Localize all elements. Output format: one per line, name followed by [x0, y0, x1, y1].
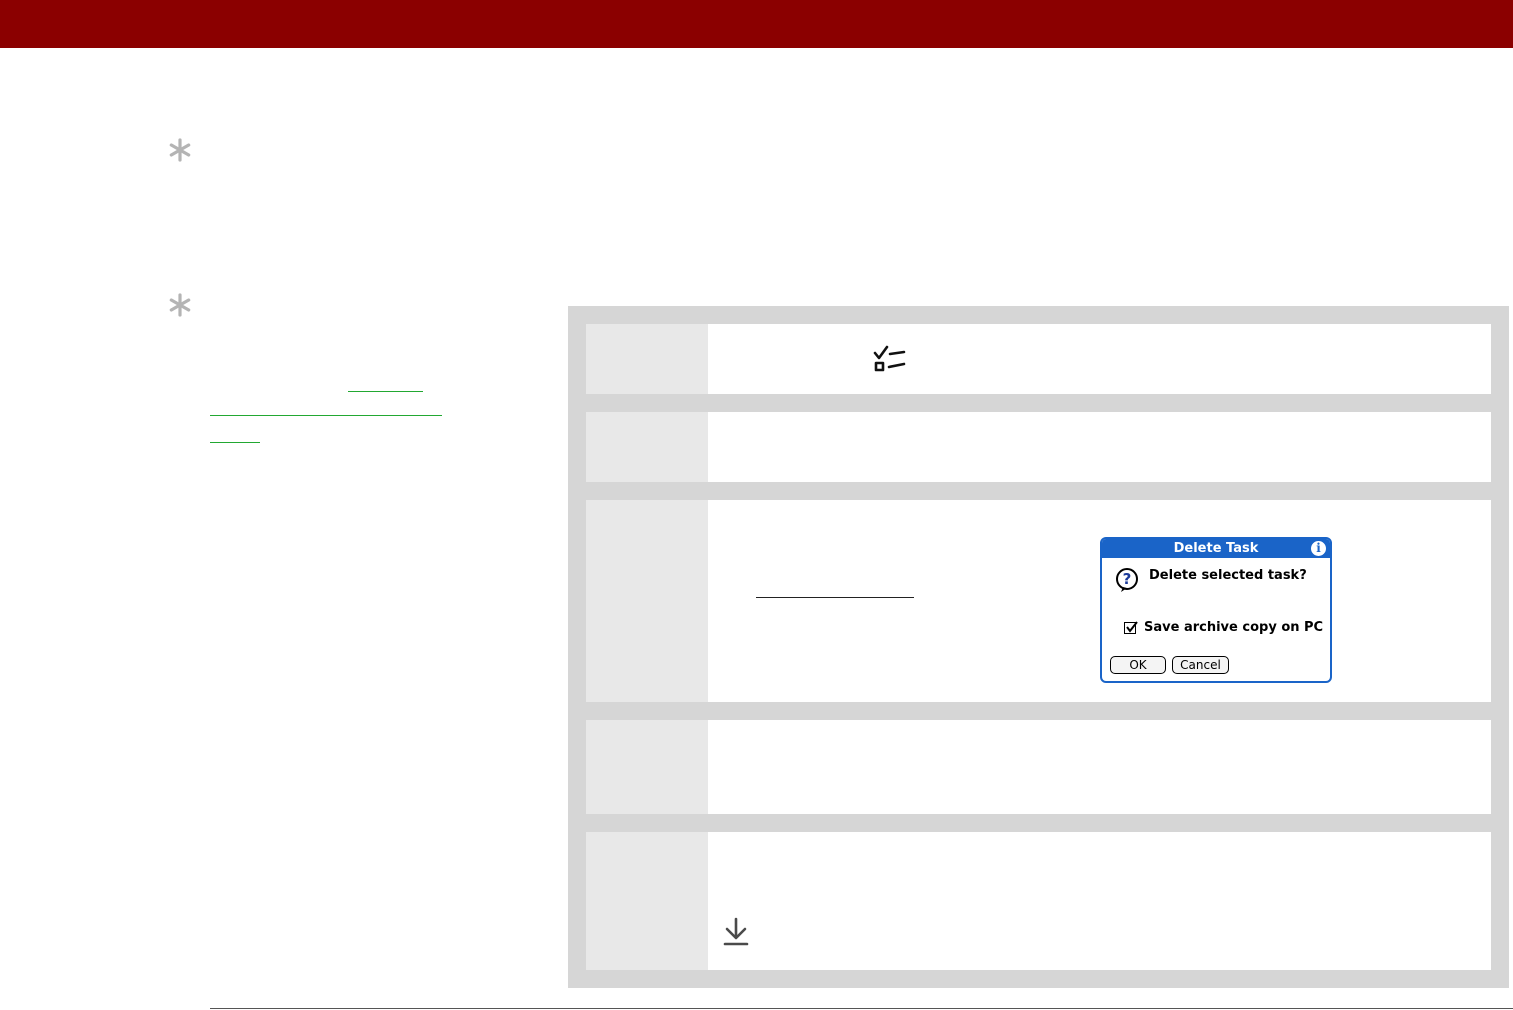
step-text-cell	[708, 832, 1491, 970]
step-text-cell	[708, 720, 1491, 814]
info-icon[interactable]: i	[1311, 541, 1326, 556]
question-mark-icon: ?	[1115, 567, 1141, 598]
tip-cross-reference-link[interactable]	[348, 391, 423, 392]
tip-cross-reference-link[interactable]	[210, 415, 442, 416]
step-cross-reference-link[interactable]	[756, 597, 914, 598]
step-text-cell	[708, 412, 1491, 482]
step-number-cell	[586, 832, 708, 970]
step-number-cell	[586, 500, 708, 702]
archive-checkbox-label: Save archive copy on PC	[1144, 620, 1324, 635]
tip-asterisk-icon	[168, 293, 192, 317]
dialog-title: Delete Task	[1102, 539, 1330, 558]
tip-asterisk-icon	[168, 138, 192, 162]
archive-checkbox[interactable]	[1124, 621, 1138, 634]
tasks-checklist-icon	[872, 345, 908, 378]
cancel-button[interactable]: Cancel	[1172, 656, 1229, 674]
delete-task-dialog: Delete Task i ? Delete selected task? Sa…	[1100, 537, 1332, 683]
step-row	[586, 500, 1491, 702]
dialog-message: Delete selected task?	[1149, 568, 1307, 583]
header-bar	[0, 0, 1513, 48]
step-number-cell	[586, 324, 708, 394]
ok-button[interactable]: OK	[1110, 656, 1166, 674]
svg-text:?: ?	[1123, 570, 1132, 588]
step-number-cell	[586, 412, 708, 482]
step-number-cell	[586, 720, 708, 814]
footer-rule	[210, 1008, 1513, 1009]
step-row	[586, 720, 1491, 814]
step-row	[586, 412, 1491, 482]
done-down-arrow-icon	[722, 917, 750, 952]
step-row	[586, 324, 1491, 394]
step-text-cell	[708, 324, 1491, 394]
tip-cross-reference-link[interactable]	[210, 442, 260, 443]
